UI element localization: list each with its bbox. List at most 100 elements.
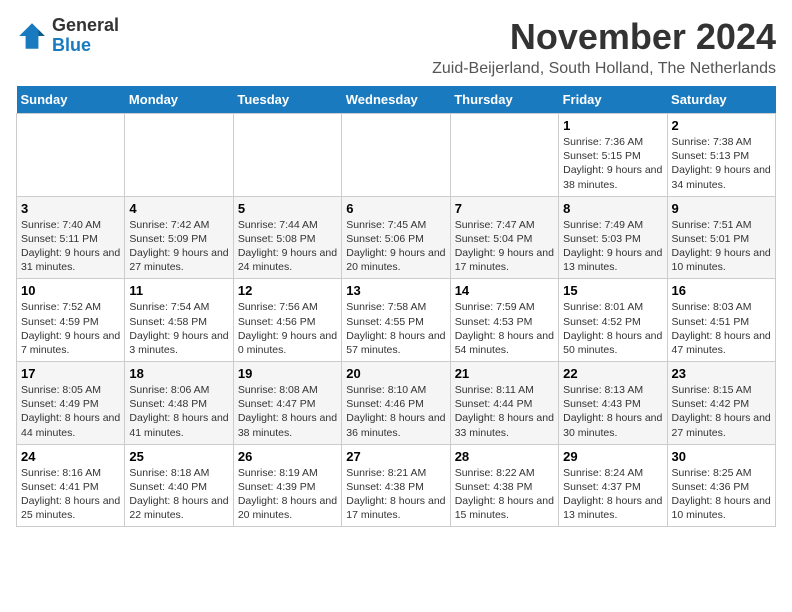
day-cell: 4 Sunrise: 7:42 AM Sunset: 5:09 PM Daylig… <box>125 196 233 279</box>
day-number: 21 <box>455 366 554 381</box>
logo-icon <box>16 20 48 52</box>
day-info: Sunrise: 8:13 AM Sunset: 4:43 PM Dayligh… <box>563 383 662 440</box>
day-number: 22 <box>563 366 662 381</box>
day-info: Sunrise: 7:58 AM Sunset: 4:55 PM Dayligh… <box>346 300 445 357</box>
day-cell: 9 Sunrise: 7:51 AM Sunset: 5:01 PM Daylig… <box>667 196 775 279</box>
day-cell: 6 Sunrise: 7:45 AM Sunset: 5:06 PM Daylig… <box>342 196 450 279</box>
day-cell: 15Sunrise: 8:01 AM Sunset: 4:52 PM Dayli… <box>559 279 667 362</box>
day-info: Sunrise: 7:56 AM Sunset: 4:56 PM Dayligh… <box>238 300 337 357</box>
day-number: 26 <box>238 449 337 464</box>
day-cell: 20 Sunrise: 8:10 AM Sunset: 4:46 PM Dayli… <box>342 362 450 445</box>
day-info: Sunrise: 8:10 AM Sunset: 4:46 PM Dayligh… <box>346 383 445 440</box>
day-number: 28 <box>455 449 554 464</box>
day-cell: 22 Sunrise: 8:13 AM Sunset: 4:43 PM Dayli… <box>559 362 667 445</box>
calendar-table: SundayMondayTuesdayWednesdayThursdayFrid… <box>16 86 776 527</box>
day-info: Sunrise: 8:19 AM Sunset: 4:39 PM Dayligh… <box>238 466 337 523</box>
day-info: Sunrise: 8:08 AM Sunset: 4:47 PM Dayligh… <box>238 383 337 440</box>
week-row-2: 3 Sunrise: 7:40 AM Sunset: 5:11 PM Daylig… <box>17 196 776 279</box>
day-info: Sunrise: 7:47 AM Sunset: 5:04 PM Dayligh… <box>455 218 554 275</box>
day-cell <box>125 114 233 197</box>
day-info: Sunrise: 7:59 AM Sunset: 4:53 PM Dayligh… <box>455 300 554 357</box>
day-number: 25 <box>129 449 228 464</box>
day-cell: 23 Sunrise: 8:15 AM Sunset: 4:42 PM Dayli… <box>667 362 775 445</box>
day-cell: 29 Sunrise: 8:24 AM Sunset: 4:37 PM Dayli… <box>559 444 667 527</box>
day-info: Sunrise: 8:03 AM Sunset: 4:51 PM Dayligh… <box>672 300 771 357</box>
day-number: 5 <box>238 201 337 216</box>
day-cell <box>17 114 125 197</box>
day-number: 12 <box>238 283 337 298</box>
day-number: 29 <box>563 449 662 464</box>
logo: General Blue <box>16 16 119 56</box>
day-cell: 26 Sunrise: 8:19 AM Sunset: 4:39 PM Dayli… <box>233 444 341 527</box>
day-info: Sunrise: 7:38 AM Sunset: 5:13 PM Dayligh… <box>672 135 771 192</box>
day-cell: 12 Sunrise: 7:56 AM Sunset: 4:56 PM Dayli… <box>233 279 341 362</box>
day-cell: 30 Sunrise: 8:25 AM Sunset: 4:36 PM Dayli… <box>667 444 775 527</box>
month-title: November 2024 <box>432 16 776 58</box>
day-cell: 16Sunrise: 8:03 AM Sunset: 4:51 PM Dayli… <box>667 279 775 362</box>
page-header: General Blue November 2024 Zuid-Beijerla… <box>16 16 776 78</box>
day-cell: 11Sunrise: 7:54 AM Sunset: 4:58 PM Dayli… <box>125 279 233 362</box>
day-number: 24 <box>21 449 120 464</box>
day-number: 23 <box>672 366 771 381</box>
day-info: Sunrise: 8:25 AM Sunset: 4:36 PM Dayligh… <box>672 466 771 523</box>
day-number: 9 <box>672 201 771 216</box>
day-info: Sunrise: 8:22 AM Sunset: 4:38 PM Dayligh… <box>455 466 554 523</box>
day-info: Sunrise: 8:11 AM Sunset: 4:44 PM Dayligh… <box>455 383 554 440</box>
day-cell: 18Sunrise: 8:06 AM Sunset: 4:48 PM Dayli… <box>125 362 233 445</box>
day-number: 13 <box>346 283 445 298</box>
day-info: Sunrise: 8:01 AM Sunset: 4:52 PM Dayligh… <box>563 300 662 357</box>
day-number: 20 <box>346 366 445 381</box>
day-info: Sunrise: 7:49 AM Sunset: 5:03 PM Dayligh… <box>563 218 662 275</box>
day-cell: 24 Sunrise: 8:16 AM Sunset: 4:41 PM Dayli… <box>17 444 125 527</box>
day-number: 14 <box>455 283 554 298</box>
day-cell: 14 Sunrise: 7:59 AM Sunset: 4:53 PM Dayli… <box>450 279 558 362</box>
weekday-header-tuesday: Tuesday <box>233 86 341 114</box>
day-cell <box>233 114 341 197</box>
day-number: 3 <box>21 201 120 216</box>
weekday-header-friday: Friday <box>559 86 667 114</box>
day-info: Sunrise: 8:24 AM Sunset: 4:37 PM Dayligh… <box>563 466 662 523</box>
day-number: 6 <box>346 201 445 216</box>
day-info: Sunrise: 8:15 AM Sunset: 4:42 PM Dayligh… <box>672 383 771 440</box>
weekday-header-sunday: Sunday <box>17 86 125 114</box>
day-cell: 8 Sunrise: 7:49 AM Sunset: 5:03 PM Daylig… <box>559 196 667 279</box>
logo-text: General Blue <box>52 16 119 56</box>
weekday-header-thursday: Thursday <box>450 86 558 114</box>
day-cell: 7 Sunrise: 7:47 AM Sunset: 5:04 PM Daylig… <box>450 196 558 279</box>
day-info: Sunrise: 8:21 AM Sunset: 4:38 PM Dayligh… <box>346 466 445 523</box>
day-info: Sunrise: 8:05 AM Sunset: 4:49 PM Dayligh… <box>21 383 120 440</box>
weekday-header-row: SundayMondayTuesdayWednesdayThursdayFrid… <box>17 86 776 114</box>
day-cell: 1Sunrise: 7:36 AM Sunset: 5:15 PM Daylig… <box>559 114 667 197</box>
day-number: 4 <box>129 201 228 216</box>
day-number: 18 <box>129 366 228 381</box>
day-number: 17 <box>21 366 120 381</box>
day-info: Sunrise: 7:40 AM Sunset: 5:11 PM Dayligh… <box>21 218 120 275</box>
day-info: Sunrise: 8:16 AM Sunset: 4:41 PM Dayligh… <box>21 466 120 523</box>
day-cell: 28 Sunrise: 8:22 AM Sunset: 4:38 PM Dayli… <box>450 444 558 527</box>
weekday-header-monday: Monday <box>125 86 233 114</box>
day-info: Sunrise: 7:44 AM Sunset: 5:08 PM Dayligh… <box>238 218 337 275</box>
day-number: 7 <box>455 201 554 216</box>
day-info: Sunrise: 7:52 AM Sunset: 4:59 PM Dayligh… <box>21 300 120 357</box>
day-cell: 25 Sunrise: 8:18 AM Sunset: 4:40 PM Dayli… <box>125 444 233 527</box>
day-cell: 5 Sunrise: 7:44 AM Sunset: 5:08 PM Daylig… <box>233 196 341 279</box>
day-cell: 19 Sunrise: 8:08 AM Sunset: 4:47 PM Dayli… <box>233 362 341 445</box>
weekday-header-wednesday: Wednesday <box>342 86 450 114</box>
week-row-3: 10 Sunrise: 7:52 AM Sunset: 4:59 PM Dayli… <box>17 279 776 362</box>
day-cell <box>342 114 450 197</box>
day-info: Sunrise: 7:51 AM Sunset: 5:01 PM Dayligh… <box>672 218 771 275</box>
day-number: 1 <box>563 118 662 133</box>
day-number: 11 <box>129 283 228 298</box>
day-number: 8 <box>563 201 662 216</box>
day-number: 10 <box>21 283 120 298</box>
day-cell: 17 Sunrise: 8:05 AM Sunset: 4:49 PM Dayli… <box>17 362 125 445</box>
day-info: Sunrise: 7:45 AM Sunset: 5:06 PM Dayligh… <box>346 218 445 275</box>
day-number: 19 <box>238 366 337 381</box>
day-number: 30 <box>672 449 771 464</box>
day-info: Sunrise: 7:42 AM Sunset: 5:09 PM Dayligh… <box>129 218 228 275</box>
week-row-4: 17 Sunrise: 8:05 AM Sunset: 4:49 PM Dayli… <box>17 362 776 445</box>
day-info: Sunrise: 8:18 AM Sunset: 4:40 PM Dayligh… <box>129 466 228 523</box>
day-cell: 2Sunrise: 7:38 AM Sunset: 5:13 PM Daylig… <box>667 114 775 197</box>
title-block: November 2024 Zuid-Beijerland, South Hol… <box>432 16 776 78</box>
day-cell: 3 Sunrise: 7:40 AM Sunset: 5:11 PM Daylig… <box>17 196 125 279</box>
